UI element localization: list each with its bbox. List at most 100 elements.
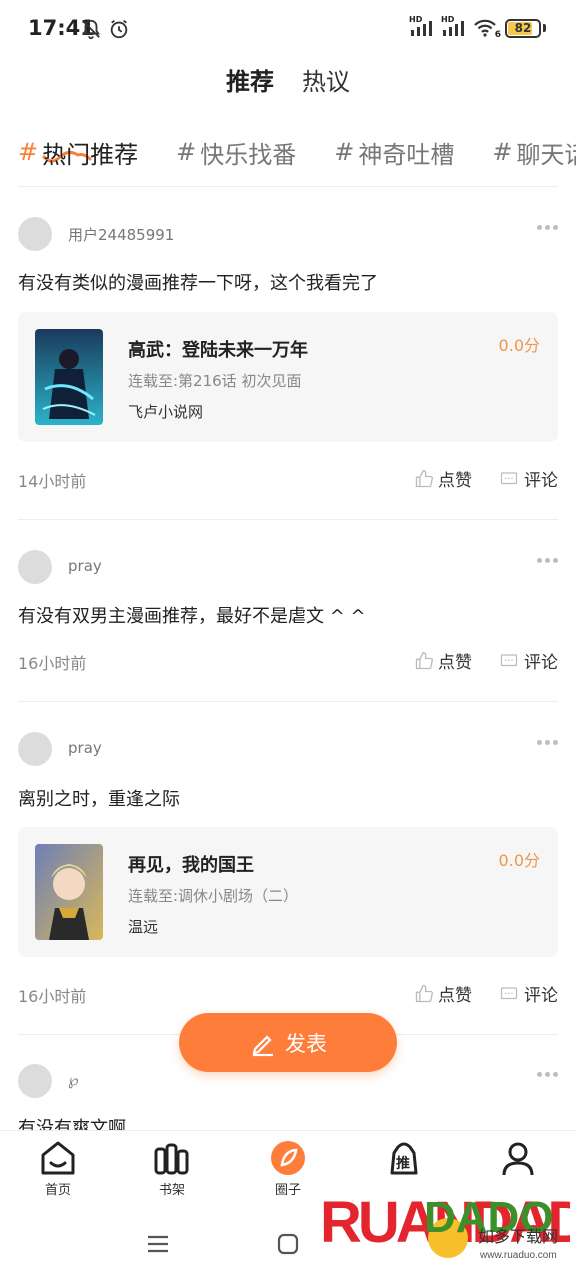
topic-tab-chat[interactable]: # 聊天话题 xyxy=(492,134,576,170)
comment-icon xyxy=(500,986,518,999)
book-title: 再见，我的国王 xyxy=(128,855,254,876)
status-icons-left xyxy=(80,18,130,40)
pen-icon xyxy=(252,1034,273,1056)
nav-label: 书架 xyxy=(158,1183,185,1198)
bookshelf-icon xyxy=(154,1143,189,1175)
menu-icon[interactable] xyxy=(145,1232,171,1256)
signal-icon-2: HD xyxy=(441,15,467,38)
avatar[interactable] xyxy=(18,732,52,766)
battery-level: 82 xyxy=(514,21,532,35)
like-button[interactable]: 点赞 xyxy=(414,648,472,673)
home-icon xyxy=(41,1141,75,1175)
username[interactable]: pray xyxy=(68,557,102,575)
username[interactable]: 用户24485991 xyxy=(68,224,174,245)
topic-tab-find-anime[interactable]: # 快乐找番 xyxy=(176,134,296,170)
hash-symbol: # xyxy=(176,138,197,166)
book-score: 0.0分 xyxy=(498,851,540,870)
wifi-icon: 6 xyxy=(473,18,501,40)
topic-tabs: # 热门推荐 # 快乐找番 # 神奇吐槽 # 聊天话题 xyxy=(18,134,576,170)
post-time: 14小时前 xyxy=(18,472,87,491)
comment-icon xyxy=(500,653,518,666)
comment-label: 评论 xyxy=(524,986,558,1006)
divider xyxy=(18,519,558,520)
tab-recommend[interactable]: 推荐 xyxy=(224,62,276,105)
book-cover xyxy=(35,844,103,940)
alarm-icon xyxy=(110,19,128,39)
nav-profile[interactable] xyxy=(468,1139,568,1177)
post-time: 16小时前 xyxy=(18,654,87,673)
signal-icon: HD xyxy=(409,15,435,38)
comment-label: 评论 xyxy=(524,471,558,491)
divider xyxy=(18,701,558,702)
nav-label: 首页 xyxy=(44,1183,71,1198)
comment-label: 评论 xyxy=(524,653,558,673)
comment-button[interactable]: 评论 xyxy=(500,981,558,1006)
post-header: pray xyxy=(18,550,558,590)
svg-text:www.ruaduo.com: www.ruaduo.com xyxy=(479,1250,557,1261)
post-header: 用户24485991 xyxy=(18,217,558,257)
hash-symbol: # xyxy=(492,138,513,166)
like-button[interactable]: 点赞 xyxy=(414,466,472,491)
topic-tab-rant[interactable]: # 神奇吐槽 xyxy=(334,134,454,170)
battery-icon: 82 xyxy=(505,18,541,38)
main-tabs: 推荐 热议 xyxy=(0,62,576,105)
hash-symbol: # xyxy=(18,138,39,166)
home-square-icon[interactable] xyxy=(276,1232,300,1256)
more-icon[interactable] xyxy=(537,558,558,563)
topic-label: 热门推荐 xyxy=(42,140,139,169)
divider xyxy=(18,186,558,187)
topic-label: 聊天话题 xyxy=(516,140,576,169)
more-icon[interactable] xyxy=(537,225,558,230)
publish-label: 发表 xyxy=(285,1031,327,1056)
thumbs-up-icon xyxy=(415,469,434,487)
book-card[interactable]: 高武：登陆未来一万年 连载至:第216话 初次见面 飞卢小说网 0.0分 xyxy=(18,312,558,442)
circle-icon xyxy=(271,1141,305,1175)
post-text[interactable]: 有没有双男主漫画推荐，最好不是虐文 ^ ^ xyxy=(18,602,366,628)
nav-bookshelf[interactable]: 书架 xyxy=(122,1139,222,1198)
book-source: 温远 xyxy=(128,918,159,936)
book-cover xyxy=(35,329,103,425)
like-button[interactable]: 点赞 xyxy=(414,981,472,1006)
watermark-logo: RUANDADO DADO 如多下载网 www.ruaduo.com xyxy=(320,1180,576,1270)
avatar[interactable] xyxy=(18,1064,52,1098)
like-label: 点赞 xyxy=(438,986,472,1006)
battery-tip xyxy=(543,24,546,32)
nav-home[interactable]: 首页 xyxy=(8,1139,108,1198)
post-footer: 14小时前 点赞 评论 xyxy=(18,464,558,494)
username[interactable]: pray xyxy=(68,739,102,757)
avatar[interactable] xyxy=(18,550,52,584)
thumbs-up-icon xyxy=(415,651,434,669)
publish-button[interactable]: 发表 xyxy=(179,1013,397,1072)
post-text[interactable]: 离别之时，重逢之际 xyxy=(18,785,180,811)
bell-off-icon xyxy=(81,19,101,40)
recommend-bag-icon: 推 xyxy=(384,1139,424,1177)
nav-recommend[interactable]: 推 xyxy=(354,1139,454,1177)
topic-tab-hot-recommend[interactable]: # 热门推荐 xyxy=(18,134,138,170)
comment-button[interactable]: 评论 xyxy=(500,648,558,673)
topic-label: 神奇吐槽 xyxy=(358,140,455,169)
profile-icon xyxy=(502,1142,534,1176)
more-icon[interactable] xyxy=(537,1072,558,1077)
book-card[interactable]: 再见，我的国王 连载至:调休小剧场（二） 温远 0.0分 xyxy=(18,827,558,957)
book-score: 0.0分 xyxy=(498,336,540,355)
book-title: 高武：登陆未来一万年 xyxy=(128,340,308,361)
book-source: 飞卢小说网 xyxy=(128,403,204,421)
svg-text:如多下载网: 如多下载网 xyxy=(478,1228,558,1246)
nav-label: 圈子 xyxy=(274,1183,301,1198)
post-text[interactable]: 有没有类似的漫画推荐一下呀，这个我看完了 xyxy=(18,269,378,295)
post-header: pray xyxy=(18,732,558,772)
like-label: 点赞 xyxy=(438,653,472,673)
book-progress: 连载至:第216话 初次见面 xyxy=(128,372,302,390)
avatar[interactable] xyxy=(18,217,52,251)
username[interactable]: ℘ xyxy=(68,1071,78,1089)
post-time: 16小时前 xyxy=(18,987,87,1006)
more-icon[interactable] xyxy=(537,740,558,745)
tab-hot-discussion[interactable]: 热议 xyxy=(302,62,350,105)
comment-button[interactable]: 评论 xyxy=(500,466,558,491)
status-right: HD HD 6 82 xyxy=(409,15,546,40)
like-label: 点赞 xyxy=(438,471,472,491)
post-footer: 16小时前 点赞 评论 xyxy=(18,646,558,676)
status-bar: 17:41 HD HD 6 82 xyxy=(0,0,576,60)
hash-symbol: # xyxy=(334,138,355,166)
book-progress: 连载至:调休小剧场（二） xyxy=(128,887,299,905)
